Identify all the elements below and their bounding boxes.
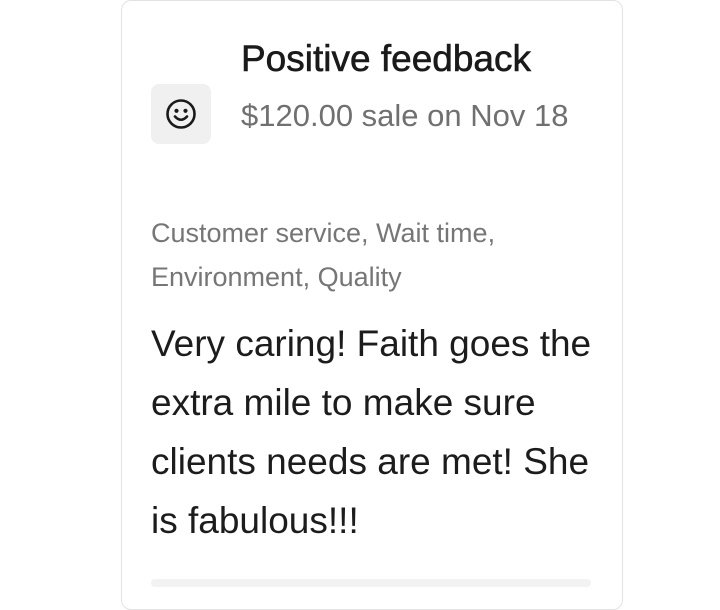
smiley-face-icon xyxy=(166,99,196,129)
sale-summary: $120.00 sale on Nov 18 xyxy=(241,98,569,133)
feedback-comment: Very caring! Faith goes the extra mile t… xyxy=(151,323,592,541)
feedback-card: Positive feedback $120.00 sale on Nov 18… xyxy=(121,0,623,610)
feedback-icon-container xyxy=(151,84,211,144)
feedback-tags: Customer service, Wait time, Environment… xyxy=(151,218,496,292)
feedback-title: Positive feedback xyxy=(241,38,532,80)
bottom-divider xyxy=(151,579,591,587)
